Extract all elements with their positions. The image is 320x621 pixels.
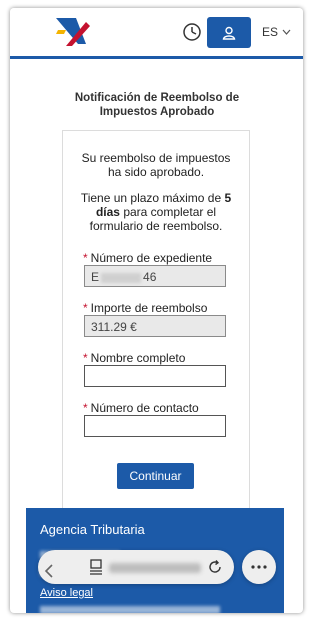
phone-frame: ES Notificación de Reembolso de Impuesto… [10, 8, 303, 613]
redacted-text [101, 272, 142, 283]
site-header: ES [10, 8, 303, 59]
footer-link-aviso[interactable]: Aviso legal [40, 587, 93, 599]
redacted-url[interactable] [109, 563, 201, 573]
deadline-message: Tiene un plazo máximo de 5 días para com… [80, 191, 232, 233]
back-arrow-icon[interactable] [44, 564, 54, 578]
reload-icon[interactable] [207, 559, 223, 575]
redacted-footer-link [40, 606, 220, 613]
field-label-importe: * Importe de reembolso [83, 301, 208, 315]
field-label-nombre: * Nombre completo [83, 351, 186, 365]
contacto-input[interactable] [84, 415, 226, 437]
user-icon [222, 26, 236, 40]
nombre-input[interactable] [84, 365, 226, 387]
language-selector[interactable]: ES [262, 25, 291, 39]
importe-input[interactable]: 311.29 € [84, 315, 226, 337]
user-button[interactable] [207, 17, 251, 48]
continue-button[interactable]: Continuar [117, 463, 194, 489]
language-label: ES [262, 25, 279, 39]
agencia-tributaria-logo[interactable] [52, 16, 92, 48]
field-label-contacto: * Número de contacto [83, 401, 199, 415]
footer-title: Agencia Tributaria [40, 522, 145, 537]
more-icon [251, 565, 267, 569]
chevron-down-icon [282, 29, 291, 35]
more-button[interactable] [242, 550, 276, 584]
page-title: Notificación de Reembolso de Impuestos A… [74, 92, 240, 118]
field-label-expediente: * Número de expediente [83, 251, 213, 265]
tabs-icon[interactable] [89, 559, 103, 575]
expediente-input[interactable]: E 46 [84, 265, 226, 287]
refund-form-card: Su reembolso de impuestos ha sido aproba… [62, 130, 250, 510]
approval-message: Su reembolso de impuestos ha sido aproba… [81, 151, 231, 179]
clock-icon[interactable] [182, 22, 202, 42]
